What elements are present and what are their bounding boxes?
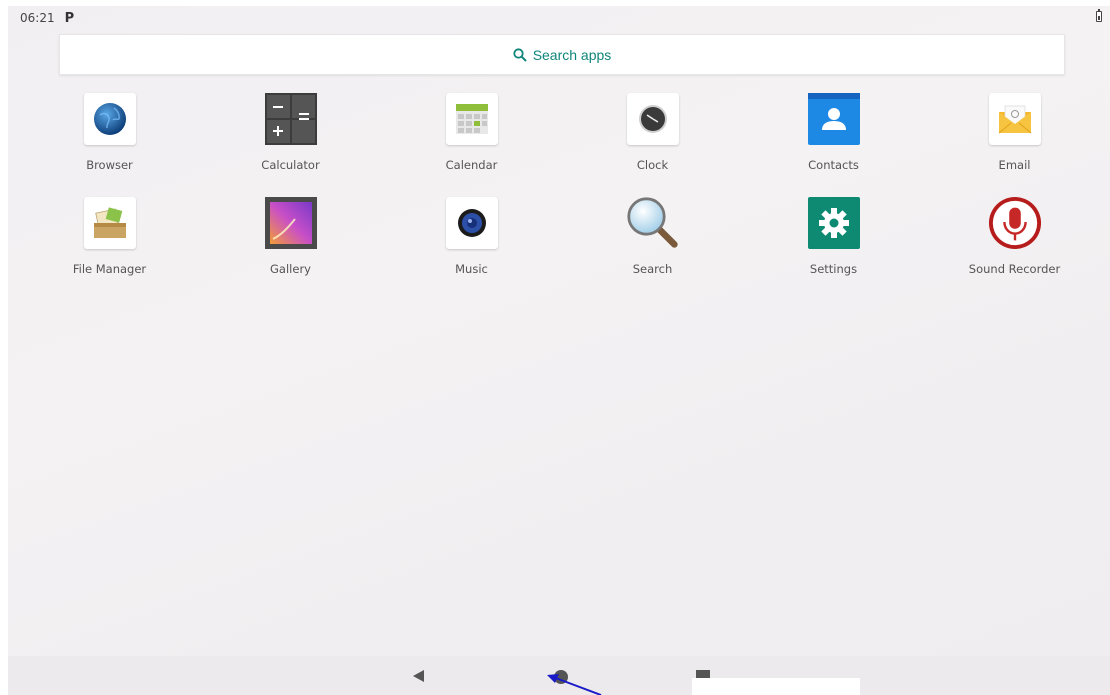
search-placeholder: Search apps	[532, 46, 612, 63]
back-icon[interactable]	[412, 669, 426, 683]
app-label: Gallery	[270, 262, 311, 276]
magnifier-icon	[626, 197, 678, 248]
file-manager-icon	[83, 197, 136, 249]
app-browser[interactable]: Browser	[19, 90, 200, 194]
app-calculator[interactable]: Calculator	[200, 90, 381, 194]
email-icon	[988, 93, 1041, 145]
app-label: Clock	[636, 158, 669, 172]
app-file-manager[interactable]: File Manager	[19, 194, 200, 298]
status-bar: 06:21 P	[8, 6, 1110, 30]
app-contacts[interactable]: Contacts	[743, 90, 924, 194]
app-clock[interactable]: Clock	[562, 90, 743, 194]
search-apps-bar[interactable]: Search apps	[59, 34, 1065, 75]
search-icon	[513, 47, 527, 62]
p-icon: P	[64, 10, 75, 26]
microphone-icon	[988, 196, 1041, 250]
launcher-screen: 06:21 P Search apps Browser Calculator C…	[8, 6, 1110, 695]
app-settings[interactable]: Settings	[743, 194, 924, 298]
app-label: Calendar	[445, 158, 498, 172]
music-icon	[445, 197, 498, 249]
battery-icon	[1096, 9, 1102, 22]
app-label: Calculator	[261, 158, 320, 172]
app-music[interactable]: Music	[381, 194, 562, 298]
app-label: Sound Recorder	[968, 262, 1061, 276]
app-label: Email	[998, 158, 1031, 172]
app-label: Browser	[86, 158, 133, 172]
status-time: 06:21	[20, 11, 55, 25]
gallery-icon	[264, 197, 317, 249]
pointer-arrow-icon	[547, 674, 602, 695]
contacts-icon	[807, 93, 860, 145]
app-label: Search	[632, 262, 673, 276]
app-email[interactable]: Email	[924, 90, 1105, 194]
globe-icon	[83, 93, 136, 145]
app-grid: Browser Calculator Calendar Clock Contac…	[8, 90, 1110, 298]
calendar-icon	[445, 93, 498, 145]
app-search[interactable]: Search	[562, 194, 743, 298]
app-label: File Manager	[72, 262, 147, 276]
app-label: Music	[455, 262, 488, 276]
app-gallery[interactable]: Gallery	[200, 194, 381, 298]
calculator-icon	[264, 93, 317, 145]
app-sound-recorder[interactable]: Sound Recorder	[924, 194, 1105, 298]
gear-icon	[807, 197, 860, 249]
clock-icon	[626, 93, 679, 145]
app-label: Settings	[809, 262, 858, 276]
app-calendar[interactable]: Calendar	[381, 90, 562, 194]
app-label: Contacts	[808, 158, 859, 172]
overlay-box	[692, 678, 860, 695]
